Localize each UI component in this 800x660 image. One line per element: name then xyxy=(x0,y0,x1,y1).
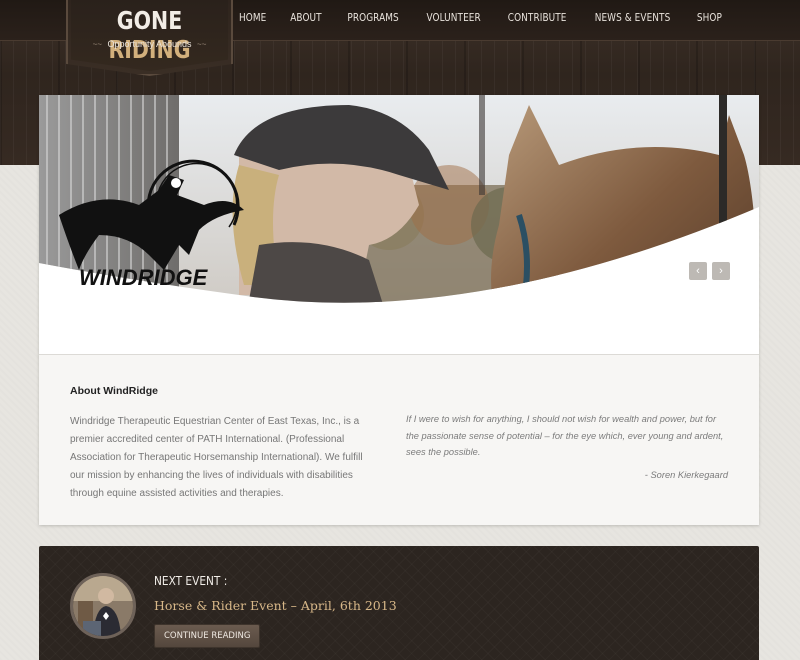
quote-author: - Soren Kierkegaard xyxy=(644,470,728,480)
ornament-left-icon: ~~ xyxy=(92,40,102,49)
logo-subtitle: Opportunity Abounds xyxy=(107,39,192,49)
image-slider: WINDRIDGE ‹ › xyxy=(39,95,759,355)
main-navigation: HOME ABOUT PROGRAMS VOLUNTEER CONTRIBUTE… xyxy=(227,11,734,24)
next-event-panel: NEXT EVENT : Horse & Rider Event – April… xyxy=(39,546,759,660)
quote-text: If I were to wish for anything, I should… xyxy=(406,414,724,457)
nav-item-programs[interactable]: PROGRAMS xyxy=(338,11,408,24)
event-title[interactable]: Horse & Rider Event – April, 6th 2013 xyxy=(154,598,397,613)
about-title: About WindRidge xyxy=(70,385,158,397)
event-label: NEXT EVENT : xyxy=(154,574,228,588)
nav-item-contribute[interactable]: CONTRIBUTE xyxy=(498,11,576,24)
event-avatar[interactable] xyxy=(70,573,136,639)
nav-item-volunteer[interactable]: VOLUNTEER xyxy=(417,11,490,24)
nav-item-home[interactable]: HOME xyxy=(230,11,276,24)
slider-next-button[interactable]: › xyxy=(712,262,730,280)
logo-title-part1: GONE xyxy=(116,6,183,35)
section-divider xyxy=(39,354,759,355)
content-card: WINDRIDGE ‹ › About WindRidge Windridge … xyxy=(39,95,759,525)
slider-photo: WINDRIDGE xyxy=(39,95,759,303)
continue-reading-button[interactable]: CONTINUE READING xyxy=(154,624,261,648)
site-logo[interactable]: GONE RIDING ~~ Opportunity Abounds ~~ xyxy=(66,0,233,76)
about-text: Windridge Therapeutic Equestrian Center … xyxy=(70,416,363,499)
event-avatar-image xyxy=(73,576,133,636)
windridge-logo-text: WINDRIDGE xyxy=(79,265,209,290)
logo-subtitle-row: ~~ Opportunity Abounds ~~ xyxy=(71,39,228,49)
slider-prev-button[interactable]: ‹ xyxy=(689,262,707,280)
ornament-right-icon: ~~ xyxy=(197,40,207,49)
nav-item-shop[interactable]: SHOP xyxy=(688,11,732,24)
nav-item-news-events[interactable]: NEWS & EVENTS xyxy=(585,11,680,24)
logo-title: GONE RIDING xyxy=(85,6,214,64)
nav-item-about[interactable]: ABOUT xyxy=(281,11,331,24)
